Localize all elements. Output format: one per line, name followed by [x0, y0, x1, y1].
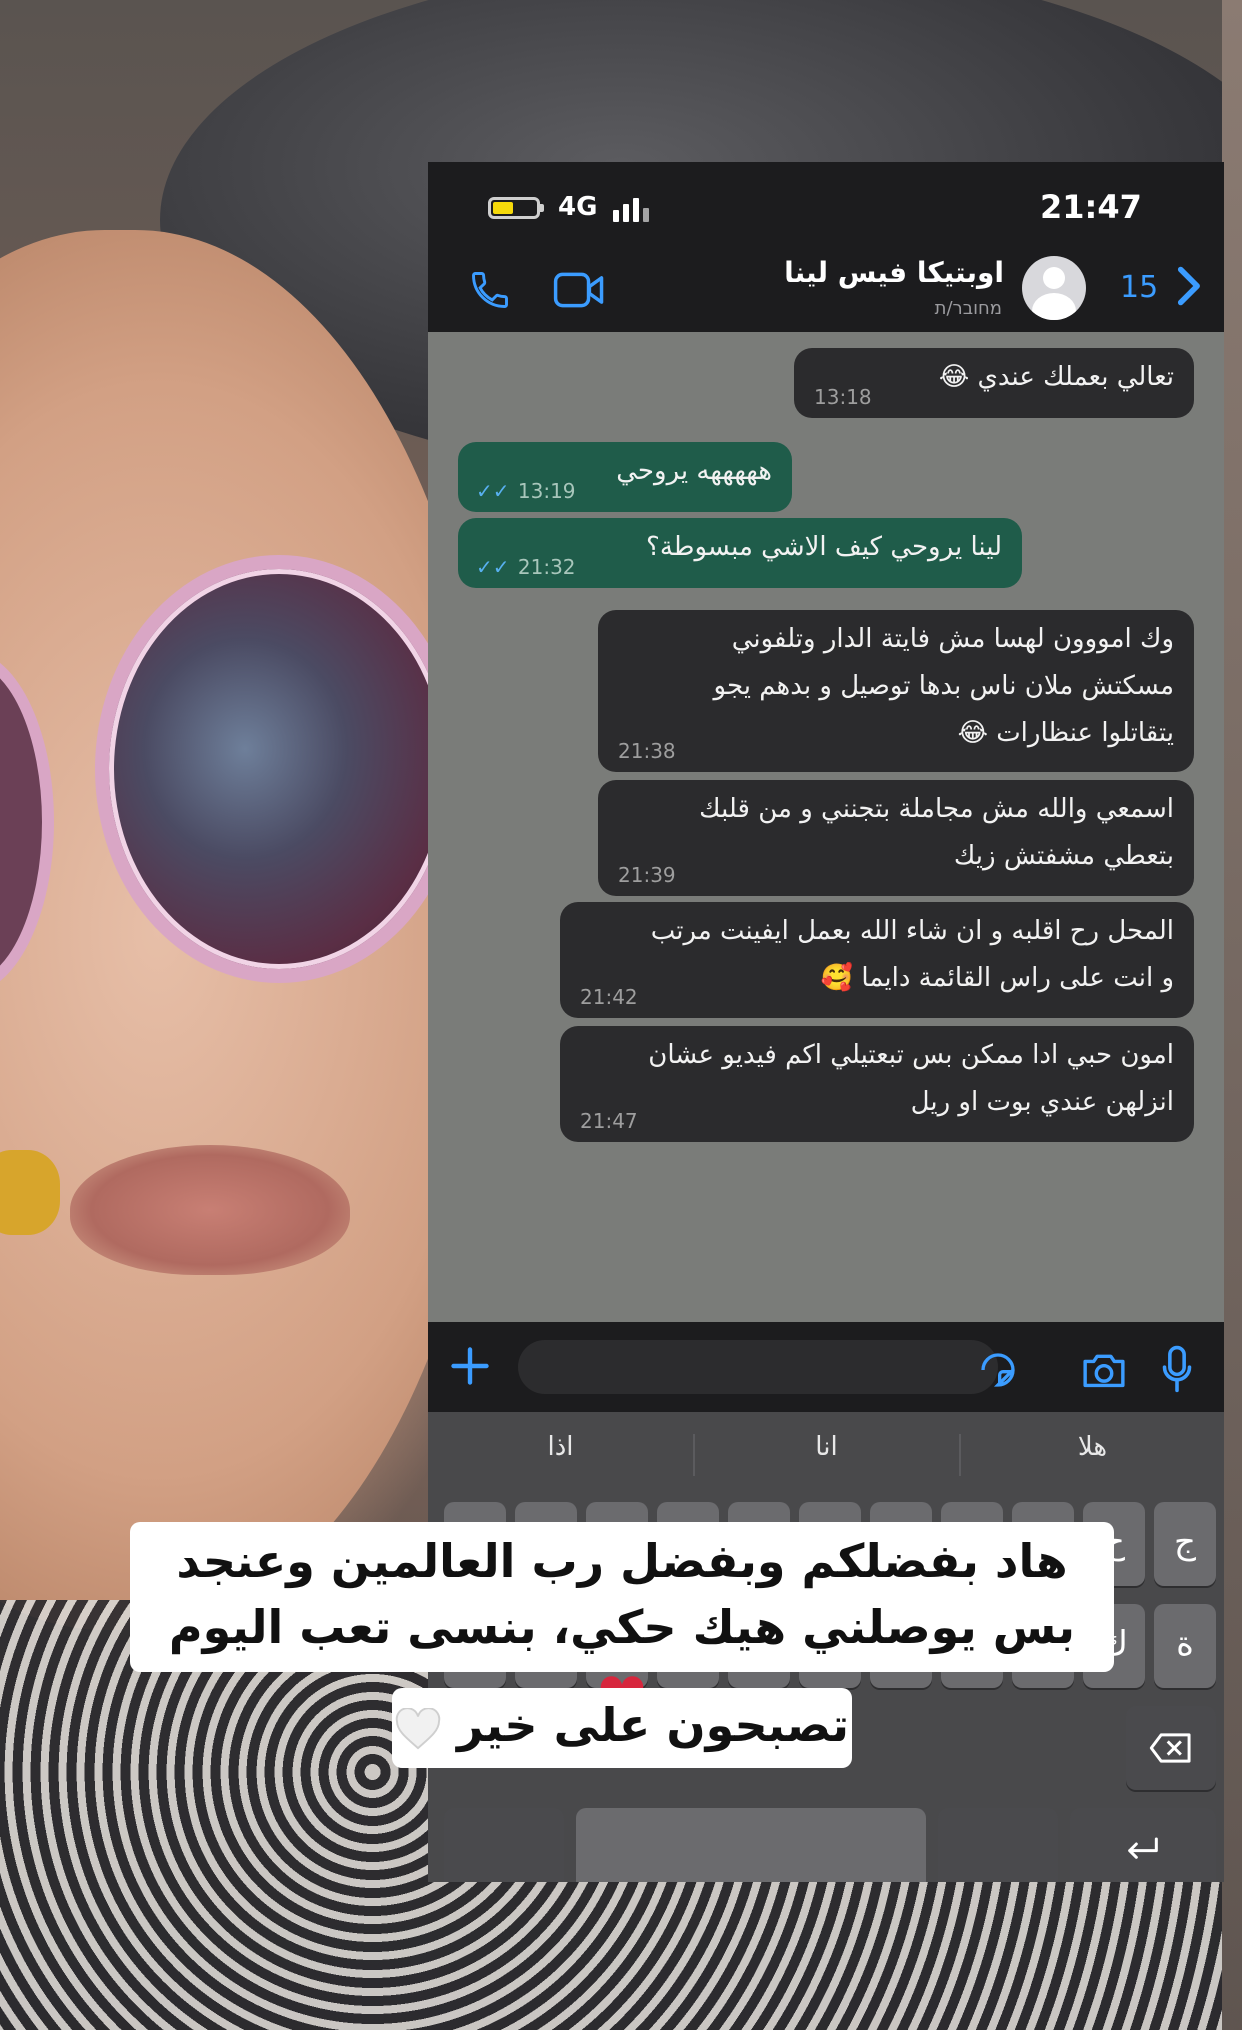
suggestion-item[interactable]: انا: [694, 1432, 959, 1462]
return-icon: [1128, 1837, 1158, 1859]
message-incoming[interactable]: امون حبي ادا ممكن بس تبعتيلي اكم فيديو ع…: [560, 1026, 1194, 1142]
chat-header: اوبتيكا فيس لينا מחובר/ת 15: [428, 242, 1224, 333]
network-label: 4G: [558, 192, 598, 222]
message-text: امون حبي ادا ممكن بس تبعتيلي اكم فيديو ع…: [648, 1040, 1174, 1070]
message-time: 21:39: [618, 863, 676, 887]
caption-text: هاد بفضلكم وبفضل رب العالمين وعنجد بس يو…: [130, 1522, 1114, 1716]
message-incoming[interactable]: المحل رح اقلبه و ان شاء الله بعمل ايفينت…: [560, 902, 1194, 1018]
message-text: يتقاتلوا عنظارات 😂: [957, 718, 1174, 748]
sticker-icon[interactable]: [978, 1350, 1018, 1390]
suggestion-item[interactable]: اذا: [428, 1432, 693, 1462]
video-icon[interactable]: [553, 270, 605, 310]
message-text: بتعطي مشفتش زيك: [953, 841, 1174, 871]
message-input-bar: [428, 1322, 1224, 1412]
status-bar: 4G 21:47: [428, 162, 1224, 242]
suggestion-item[interactable]: هلا: [960, 1432, 1224, 1462]
backspace-icon: [1149, 1733, 1191, 1763]
suggestion-bar: اذا انا هلا: [428, 1412, 1224, 1498]
message-time: 21:38: [618, 739, 676, 763]
mic-icon[interactable]: [1160, 1344, 1194, 1394]
chevron-left-icon[interactable]: [1170, 264, 1206, 308]
message-outgoing[interactable]: لينا يروحي كيف الاشي مبسوطة؟ ✓✓ 21:32: [458, 518, 1022, 588]
call-icon[interactable]: [468, 268, 512, 312]
message-time: 13:19: [517, 479, 576, 503]
message-incoming[interactable]: اسمعي والله مش مجاملة بتجنني و من قلبك ب…: [598, 780, 1194, 896]
background-edge: [1222, 0, 1242, 2030]
message-text: وك امووون لهسا مش فايتة الدار وتلفوني: [731, 624, 1174, 654]
message-text: تعالي بعملك عندي 😂: [938, 362, 1174, 392]
sunglasses-lens-right: [95, 555, 463, 983]
clock: 21:47: [1040, 188, 1142, 226]
message-incoming[interactable]: وك امووون لهسا مش فايتة الدار وتلفوني مس…: [598, 610, 1194, 772]
camera-icon[interactable]: [1080, 1350, 1128, 1390]
message-time: 21:32: [517, 555, 576, 579]
caption-line: هاد بفضلكم وبفضل رب العالمين وعنجد: [176, 1534, 1068, 1588]
chat-messages: تعالي بعملك عندي 😂 13:18 هههههه يروحي ✓✓…: [428, 332, 1224, 1322]
message-text: و انت على راس القائمة دايما 🥰: [820, 963, 1174, 993]
unread-count[interactable]: 15: [1120, 270, 1158, 305]
lips: [70, 1145, 350, 1275]
read-ticks-icon: ✓✓: [476, 479, 510, 503]
message-input[interactable]: [518, 1340, 998, 1394]
message-text: مسكتش ملان ناس بدها توصيل و بدهم يجو: [713, 671, 1174, 701]
message-time: 21:47: [580, 1109, 638, 1133]
contact-name[interactable]: اوبتيكا فيس لينا: [784, 256, 1004, 289]
signal-icon: [613, 192, 653, 222]
avatar[interactable]: [1022, 256, 1086, 320]
delete-key[interactable]: [1126, 1706, 1216, 1790]
message-time: 13:18: [814, 385, 872, 409]
key[interactable]: ة: [1154, 1604, 1216, 1688]
gold-ring: [0, 1150, 60, 1235]
message-text: اسمعي والله مش مجاملة بتجنني و من قلبك: [699, 794, 1174, 824]
battery-icon: [488, 197, 540, 219]
message-text: لينا يروحي كيف الاشي مبسوطة؟: [646, 532, 1002, 562]
space-key[interactable]: [576, 1808, 926, 1882]
message-text: هههههه يروحي: [616, 456, 772, 486]
message-incoming[interactable]: تعالي بعملك عندي 😂 13:18: [794, 348, 1194, 418]
message-outgoing[interactable]: هههههه يروحي ✓✓ 13:19: [458, 442, 792, 512]
emoji-key[interactable]: [938, 1808, 1058, 1882]
return-key[interactable]: [1070, 1808, 1216, 1882]
message-time: 21:42: [580, 985, 638, 1009]
white-heart-icon: [395, 1707, 441, 1749]
caption-line: تصبحون على خير: [457, 1698, 849, 1752]
caption-line: بس يوصلني هيك حكي، بنسى تعب اليوم: [168, 1600, 1076, 1654]
message-text: المحل رح اقلبه و ان شاء الله بعمل ايفينت…: [650, 916, 1174, 946]
read-ticks-icon: ✓✓: [476, 555, 510, 579]
numbers-key[interactable]: [444, 1808, 564, 1882]
message-text: انزلهن عندي بوت او ريل: [910, 1087, 1174, 1117]
caption-goodnight: تصبحون على خير: [392, 1688, 852, 1768]
key[interactable]: ج: [1154, 1502, 1216, 1586]
contact-status: מחובר/ת: [934, 298, 1002, 319]
plus-icon[interactable]: [448, 1344, 492, 1388]
